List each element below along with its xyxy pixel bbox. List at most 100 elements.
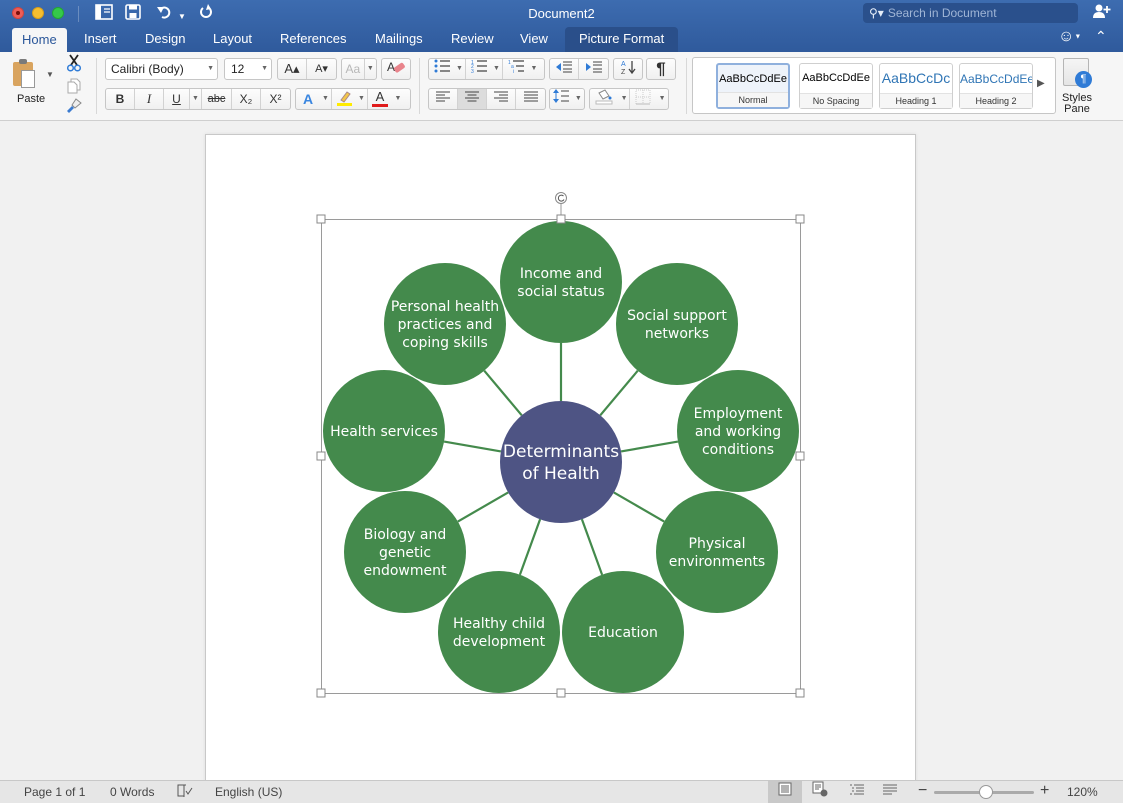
tab-layout[interactable]: Layout xyxy=(203,27,262,52)
text-effects-dropdown[interactable]: ▼ xyxy=(320,89,332,109)
font-color-dropdown[interactable]: ▼ xyxy=(392,89,404,109)
style-no-spacing[interactable]: AaBbCcDdEe No Spacing xyxy=(799,63,873,109)
tab-home[interactable]: Home xyxy=(12,28,67,52)
font-name-select[interactable]: Calibri (Body) ▼ xyxy=(105,58,218,80)
document-canvas xyxy=(0,121,1123,794)
paste-icon[interactable] xyxy=(13,58,35,88)
tab-view[interactable]: View xyxy=(510,27,558,52)
sort-button[interactable]: AZ xyxy=(614,59,642,79)
zoom-in-button[interactable]: + xyxy=(1040,782,1049,800)
style-name: Normal xyxy=(718,92,788,107)
list-group: ▼ 123 ▼ 1ai ▼ xyxy=(428,58,545,80)
bullets-dropdown[interactable]: ▼ xyxy=(454,59,466,79)
draft-view-button[interactable] xyxy=(873,781,907,803)
tab-mailings[interactable]: Mailings xyxy=(365,27,433,52)
shrink-font-button[interactable]: A▾ xyxy=(307,59,336,79)
show-formatting-marks-button[interactable]: ¶ xyxy=(647,59,675,79)
collapse-ribbon-icon[interactable]: ⌃ xyxy=(1095,28,1107,45)
zoom-level[interactable]: 120% xyxy=(1067,785,1098,799)
style-sample: AaBbCcDdEe xyxy=(960,72,1032,86)
zoom-slider-thumb[interactable] xyxy=(979,785,993,799)
subscript-button[interactable]: X₂ xyxy=(232,89,261,109)
font-size-select[interactable]: 12 ▼ xyxy=(224,58,272,80)
multilevel-list-dropdown[interactable]: ▼ xyxy=(528,59,540,79)
line-spacing-icon xyxy=(553,89,570,103)
justify-button[interactable] xyxy=(516,89,545,109)
line-spacing-dropdown[interactable]: ▼ xyxy=(573,89,584,109)
underline-dropdown[interactable]: ▼ xyxy=(190,89,202,109)
decrease-indent-button[interactable] xyxy=(550,59,579,79)
tab-references[interactable]: References xyxy=(270,27,356,52)
document-page[interactable] xyxy=(205,134,916,794)
align-left-button[interactable] xyxy=(429,89,458,109)
multilevel-list-icon: 1ai xyxy=(508,60,524,75)
format-painter-icon[interactable] xyxy=(66,98,82,117)
share-add-person-icon[interactable] xyxy=(1093,3,1111,23)
shading-button[interactable] xyxy=(590,89,619,109)
font-color-button[interactable]: A xyxy=(368,89,392,109)
web-layout-icon xyxy=(812,781,828,797)
tab-design[interactable]: Design xyxy=(135,27,195,52)
print-layout-view-button[interactable] xyxy=(768,781,802,803)
tab-picture-format[interactable]: Picture Format xyxy=(565,27,679,52)
cut-icon[interactable] xyxy=(66,54,82,75)
change-case-dropdown[interactable]: ▼ xyxy=(365,59,376,79)
clear-format-group: A xyxy=(381,58,411,80)
tab-review[interactable]: Review xyxy=(441,27,504,52)
styles-gallery: AaBbCcDdEe Normal AaBbCcDdEe No Spacing … xyxy=(692,57,1056,114)
clear-formatting-button[interactable]: A xyxy=(382,59,410,79)
borders-button[interactable] xyxy=(630,89,656,109)
bullets-button[interactable] xyxy=(429,59,454,79)
style-heading-2[interactable]: AaBbCcDdEe Heading 2 xyxy=(959,63,1033,109)
paste-button[interactable]: Paste xyxy=(17,93,45,105)
line-spacing-button[interactable] xyxy=(550,89,573,109)
outline-view-button[interactable] xyxy=(840,781,874,803)
web-layout-view-button[interactable] xyxy=(803,781,837,803)
divider xyxy=(96,58,97,114)
style-normal[interactable]: AaBbCcDdEe Normal xyxy=(716,63,790,109)
svg-text:3: 3 xyxy=(471,69,474,73)
highlight-color-button[interactable] xyxy=(332,89,356,109)
zoom-out-button[interactable]: − xyxy=(918,782,927,800)
font-size-value: 12 xyxy=(231,62,245,76)
numbering-button[interactable]: 123 xyxy=(466,59,491,79)
tab-insert[interactable]: Insert xyxy=(74,27,127,52)
strikethrough-button[interactable]: abc xyxy=(202,89,232,109)
grow-font-button[interactable]: A▴ xyxy=(278,59,307,79)
word-count[interactable]: 0 Words xyxy=(110,785,154,799)
page-count[interactable]: Page 1 of 1 xyxy=(24,785,85,799)
paste-dropdown-icon[interactable]: ▼ xyxy=(46,70,54,79)
draft-icon xyxy=(883,784,897,795)
borders-dropdown[interactable]: ▼ xyxy=(656,89,668,109)
shading-dropdown[interactable]: ▼ xyxy=(619,89,631,109)
line-spacing-group: ▼ xyxy=(549,88,585,110)
ribbon-tabs: Home Insert Design Layout References Mai… xyxy=(0,27,1123,52)
svg-text:A: A xyxy=(621,61,626,68)
multilevel-list-button[interactable]: 1ai xyxy=(503,59,528,79)
italic-button[interactable]: I xyxy=(135,89,164,109)
language[interactable]: English (US) xyxy=(215,785,282,799)
copy-icon[interactable] xyxy=(66,78,82,97)
bold-button[interactable]: B xyxy=(106,89,135,109)
style-heading-1[interactable]: AaBbCcDc Heading 1 xyxy=(879,63,953,109)
styles-pane-label[interactable]: Styles Pane xyxy=(1058,93,1096,115)
align-center-button[interactable] xyxy=(458,89,487,109)
sort-group: AZ xyxy=(613,58,643,80)
font-name-value: Calibri (Body) xyxy=(111,62,184,76)
proofing-book-icon[interactable] xyxy=(177,784,193,801)
numbering-dropdown[interactable]: ▼ xyxy=(491,59,503,79)
superscript-button[interactable]: X² xyxy=(261,89,290,109)
text-effects-button[interactable]: A xyxy=(296,89,320,109)
change-case-button[interactable]: Aa xyxy=(342,59,365,79)
feedback-smiley-icon[interactable]: ☺▼ xyxy=(1058,28,1081,46)
styles-pane-button[interactable]: ¶ xyxy=(1063,58,1092,88)
increase-indent-button[interactable] xyxy=(579,59,608,79)
title-bar: ▼ Document2 ⚲▾ Search in Document Home In… xyxy=(0,0,1123,52)
highlight-color-dropdown[interactable]: ▼ xyxy=(356,89,368,109)
align-right-button[interactable] xyxy=(487,89,516,109)
justify-icon xyxy=(523,91,538,102)
gallery-next-arrow-icon[interactable]: ▶ xyxy=(1037,78,1045,89)
eraser-icon: A xyxy=(387,60,405,74)
underline-button[interactable]: U xyxy=(164,89,190,109)
search-input[interactable]: ⚲▾ Search in Document xyxy=(863,3,1078,23)
